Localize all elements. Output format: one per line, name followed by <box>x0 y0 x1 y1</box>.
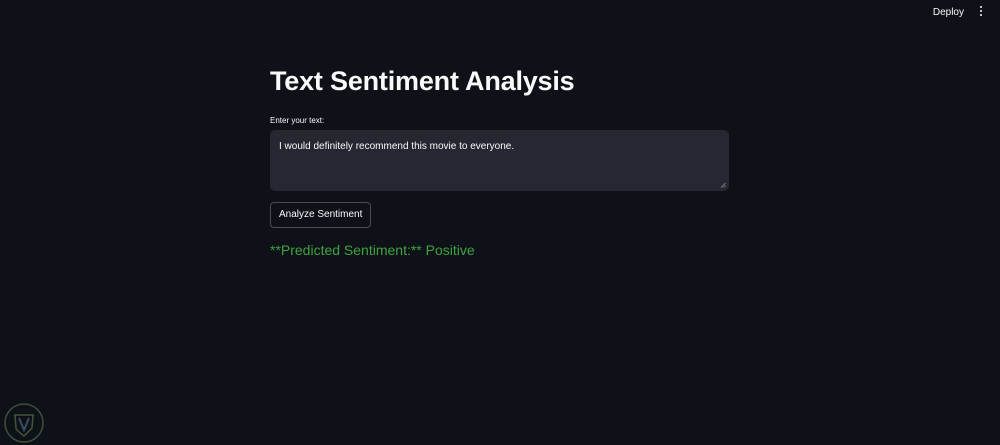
kebab-menu-icon[interactable] <box>976 4 986 18</box>
menu-dot <box>980 6 982 8</box>
resize-handle-icon[interactable] <box>720 182 726 188</box>
app-root: Deploy Text Sentiment Analysis Enter you… <box>0 0 1000 445</box>
watermark-shield-icon <box>4 403 44 443</box>
menu-dot <box>980 10 982 12</box>
app-header: Deploy <box>0 0 1000 24</box>
predicted-sentiment-result: **Predicted Sentiment:** Positive <box>270 242 475 258</box>
deploy-button[interactable]: Deploy <box>933 5 964 20</box>
text-input[interactable]: I would definitely recommend this movie … <box>270 130 729 191</box>
text-input-label: Enter your text: <box>270 116 325 125</box>
analyze-sentiment-button[interactable]: Analyze Sentiment <box>270 202 372 228</box>
menu-dot <box>980 14 982 16</box>
page-title: Text Sentiment Analysis <box>270 66 575 96</box>
